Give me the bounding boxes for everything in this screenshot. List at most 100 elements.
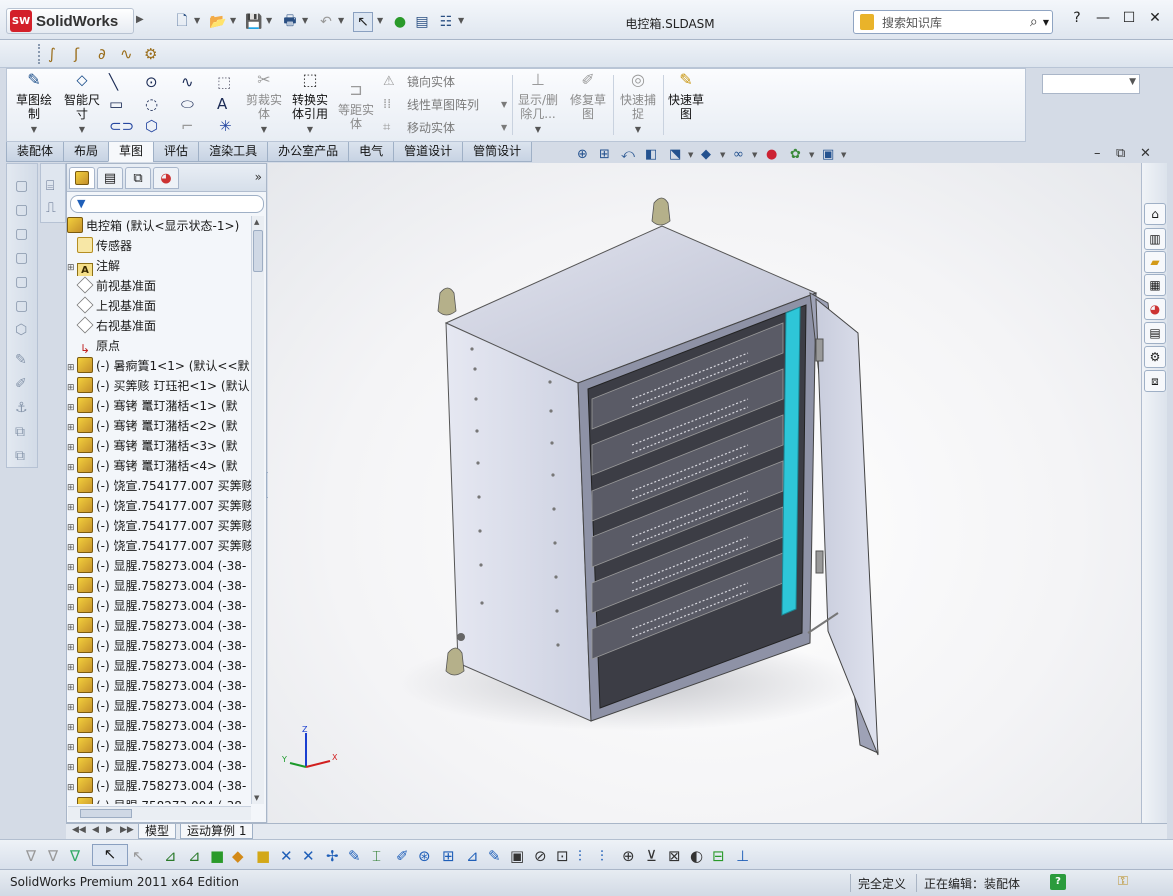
- tree-root[interactable]: 电控箱 (默认<显示状态-1>): [67, 216, 251, 236]
- help-button[interactable]: ?: [1067, 10, 1087, 26]
- select-cursor-icon[interactable]: ↖: [92, 844, 128, 866]
- ellipse-icon[interactable]: ⬭: [181, 95, 194, 113]
- step-icon[interactable]: ⎍: [46, 200, 56, 216]
- expand-icon[interactable]: ⊞: [67, 398, 77, 416]
- view-palette-tab[interactable]: ▦: [1144, 274, 1166, 296]
- chevron-down-icon[interactable]: ▼: [230, 16, 236, 25]
- section-view-icon[interactable]: ◧: [645, 147, 657, 162]
- tree-item[interactable]: ⊞ (-) 显腥.758273.004 (-38-: [67, 656, 251, 676]
- feature-manager-tab[interactable]: [69, 167, 95, 189]
- tree-item[interactable]: ⊞ (-) 显腥.758273.004 (-38-: [67, 696, 251, 716]
- chevron-down-icon[interactable]: ▼: [59, 123, 105, 137]
- offset-entities-button[interactable]: ⊐ 等距实体: [333, 82, 379, 132]
- rebuild-traffic-light-icon[interactable]: ●: [390, 12, 410, 32]
- chevron-down-icon[interactable]: ▼: [515, 123, 561, 137]
- chevron-down-icon[interactable]: ▼: [1129, 77, 1136, 87]
- expand-icon[interactable]: ⊞: [67, 558, 77, 576]
- copy-icon[interactable]: ⧉: [15, 424, 25, 440]
- route-icon[interactable]: ⌸: [46, 178, 54, 194]
- hole-icon[interactable]: ∿: [120, 45, 133, 63]
- display-style-icon[interactable]: ◆: [701, 147, 711, 162]
- search-knowledge-base[interactable]: 搜索知识库 ⌕ ▼: [853, 10, 1053, 34]
- rectangle-icon[interactable]: ▭: [109, 95, 123, 113]
- filter-centerline-icon[interactable]: ⊠: [668, 847, 681, 865]
- tree-item[interactable]: ⊞ (-) 显腥.758273.004 (-38-: [67, 596, 251, 616]
- tree-item[interactable]: ⊞ (-) 饶宣.754177.007 买筭赅: [67, 496, 251, 516]
- chevron-down-icon[interactable]: ▼: [501, 100, 507, 109]
- tree-item[interactable]: ⊞ (-) 骞铐 鼍玎潴栝<1> (默: [67, 396, 251, 416]
- chevron-down-icon[interactable]: ▼: [752, 151, 757, 159]
- filter-toggle-icon[interactable]: ∇: [48, 847, 58, 865]
- filter-midpoint-icon[interactable]: ⊕: [622, 847, 635, 865]
- custom-properties-tab[interactable]: ▤: [1144, 322, 1166, 344]
- filter-dowel-icon[interactable]: ◐: [690, 847, 703, 865]
- prev-tab-icon[interactable]: ◀: [92, 825, 99, 835]
- filter-points-icon[interactable]: ✢: [326, 847, 339, 865]
- chevron-down-icon[interactable]: ▼: [11, 123, 57, 137]
- tree-item[interactable]: ⊞ (-) 显腥.758273.004 (-38-: [67, 616, 251, 636]
- tree-item[interactable]: ⊞ (-) 显腥.758273.004 (-38-: [67, 796, 251, 804]
- document-restore-button[interactable]: ⧉: [1116, 146, 1125, 161]
- cabinet-model[interactable]: [268, 163, 1141, 823]
- smart-mate-icon[interactable]: ʃ: [74, 45, 79, 63]
- last-tab-icon[interactable]: ▶▶: [120, 825, 134, 835]
- chevron-down-icon[interactable]: ▼: [688, 151, 693, 159]
- tree-item[interactable]: 前视基准面: [67, 276, 251, 296]
- expand-icon[interactable]: ⊞: [67, 598, 77, 616]
- filter-datum-icon[interactable]: ⊿: [466, 847, 479, 865]
- display-manager-tab[interactable]: ◕: [153, 167, 179, 189]
- hide-show-items-icon[interactable]: ∞: [733, 147, 744, 162]
- chevron-down-icon[interactable]: ▼: [1043, 18, 1049, 27]
- mate-icon[interactable]: ∫: [48, 45, 56, 63]
- expand-panel-icon[interactable]: »: [255, 170, 262, 184]
- repair-sketch-button[interactable]: ✐ 修复草图: [565, 72, 611, 122]
- chevron-down-icon[interactable]: ▼: [458, 16, 464, 25]
- toolbar-grip[interactable]: [38, 44, 41, 64]
- view-settings-icon[interactable]: ▣: [822, 147, 834, 162]
- sketch-tool-icon[interactable]: ✎: [15, 352, 27, 368]
- filter-axes-icon[interactable]: ✕: [280, 847, 293, 865]
- view-front-icon[interactable]: ▢: [15, 202, 28, 218]
- expand-icon[interactable]: ⊞: [67, 778, 77, 796]
- filter-faces-icon[interactable]: ■: [210, 847, 224, 865]
- tree-item[interactable]: 传感器: [67, 236, 251, 256]
- document-minimize-button[interactable]: –: [1094, 146, 1101, 161]
- configuration-combo[interactable]: ▼: [1042, 74, 1140, 94]
- point-grid-icon[interactable]: ⬚: [217, 73, 231, 91]
- expand-icon[interactable]: ⊞: [67, 638, 77, 656]
- new-document-icon[interactable]: 🗋: [172, 12, 192, 32]
- text-icon[interactable]: A: [217, 95, 227, 113]
- chevron-down-icon[interactable]: ▼: [501, 123, 507, 132]
- plane-point-icon[interactable]: ✳: [219, 117, 232, 135]
- scroll-down-icon[interactable]: ▼: [254, 794, 259, 802]
- tree-filter-input[interactable]: ▼: [70, 195, 264, 213]
- chevron-down-icon[interactable]: ▼: [615, 123, 661, 137]
- tab-3[interactable]: 评估: [153, 142, 200, 162]
- select-cursor-icon[interactable]: ↖: [353, 12, 373, 32]
- filter-dimensions-icon[interactable]: ⌶: [372, 847, 381, 865]
- save-icon[interactable]: 💾: [244, 12, 264, 32]
- filter-weld-bead-icon[interactable]: ⊟: [712, 847, 725, 865]
- view-top-icon[interactable]: ▢: [15, 298, 28, 314]
- solidworks-menu-button[interactable]: SW SolidWorks: [6, 8, 134, 34]
- chevron-down-icon[interactable]: ▼: [194, 16, 200, 25]
- display-delete-relations-button[interactable]: ⊥ 显示/删除几... ▼: [515, 72, 561, 137]
- view-back-icon[interactable]: ▢: [15, 226, 28, 242]
- tab-7[interactable]: 管道设计: [393, 142, 464, 162]
- tree-item[interactable]: ⊞ (-) 饶宣.754177.007 买筭赅: [67, 516, 251, 536]
- scroll-thumb[interactable]: [253, 230, 263, 272]
- tree-item[interactable]: ⊞ (-) 饶宣.754177.007 买筭赅: [67, 536, 251, 556]
- chevron-down-icon[interactable]: ▼: [377, 16, 383, 25]
- zoom-area-icon[interactable]: ⊞: [599, 147, 610, 162]
- tab-0[interactable]: 装配体: [6, 142, 65, 162]
- filter-routing-icon[interactable]: ⫶: [578, 847, 582, 865]
- tab-8[interactable]: 管筒设计: [462, 142, 533, 162]
- mirror-entities-button[interactable]: ⚠ 镜向实体: [383, 73, 455, 90]
- tree-item[interactable]: ⊞ (-) 显腥.758273.004 (-38-: [67, 736, 251, 756]
- maximize-button[interactable]: ☐: [1119, 10, 1139, 26]
- filter-connection-icon[interactable]: ⫶: [600, 847, 604, 865]
- filter-surfaces-icon[interactable]: ◆: [232, 847, 244, 865]
- expand-icon[interactable]: ⊞: [67, 258, 77, 276]
- filter-balloon-icon[interactable]: ⊥: [736, 847, 749, 865]
- move-entities-button[interactable]: ⌗ 移动实体 ▼: [383, 119, 507, 136]
